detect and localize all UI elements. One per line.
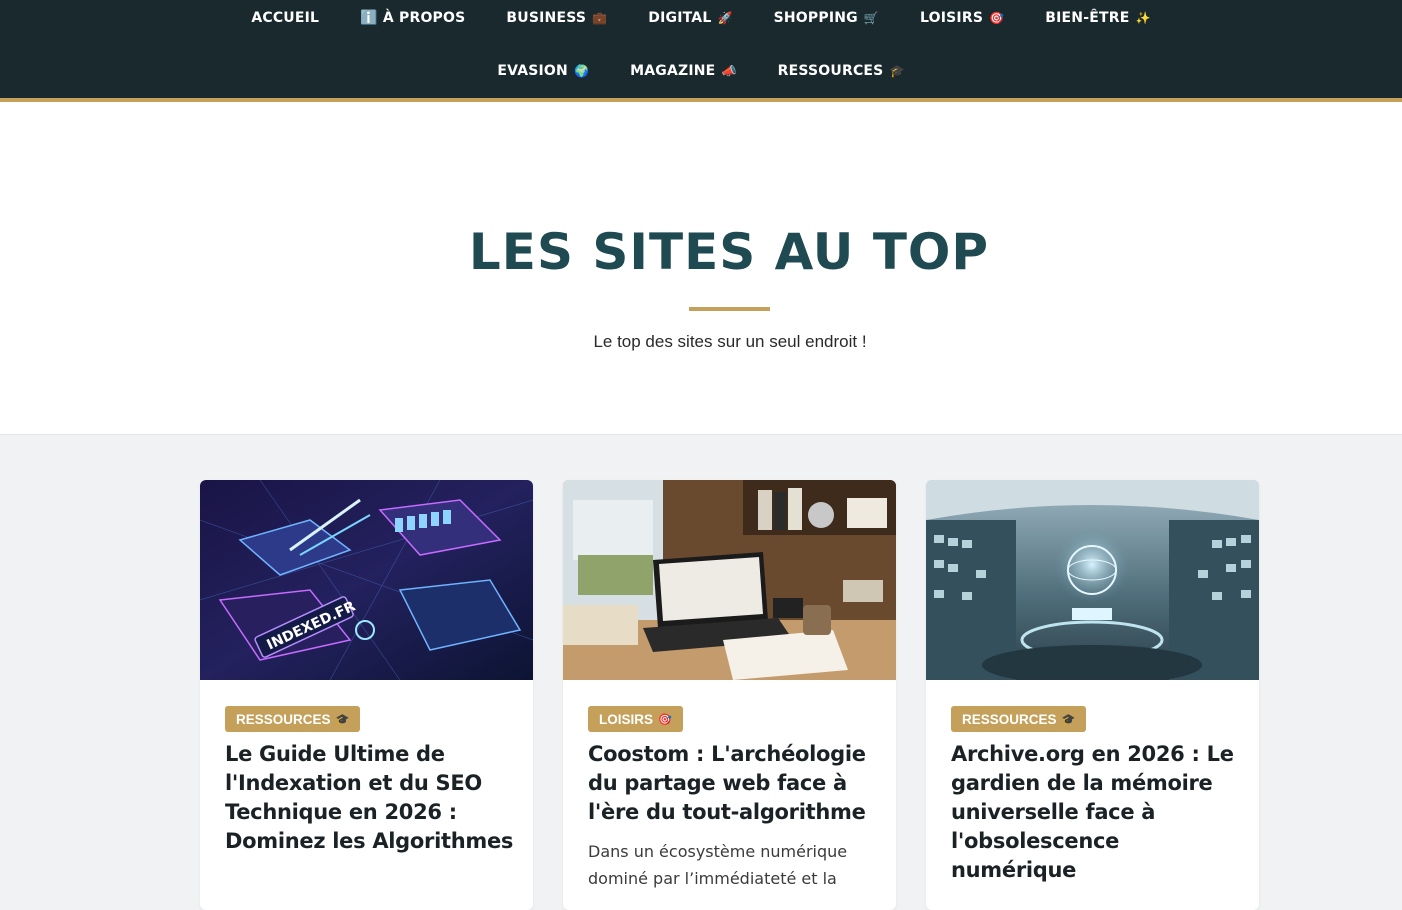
nav-label: BIEN-ÊTRE — [1045, 10, 1130, 26]
nav-item-evasion[interactable]: EVASION 🌍 — [477, 53, 610, 89]
digital-archive-hall-illustration — [926, 480, 1259, 680]
briefcase-icon: 💼 — [592, 11, 608, 25]
nav-row-primary: ACCUEIL ℹ️ À PROPOS BUSINESS 💼 DIGITAL 🚀 S… — [0, 0, 1402, 36]
nav-label: DIGITAL — [648, 10, 712, 26]
nav-item-a-propos[interactable]: ℹ️ À PROPOS — [340, 0, 486, 36]
article-excerpt: Dans un écosystème numérique dominé par … — [588, 842, 848, 888]
page-subtitle: Le top des sites sur un seul endroit ! — [593, 332, 867, 351]
nav-label: LOISIRS — [920, 10, 984, 26]
nav-item-ressources[interactable]: RESSOURCES 🎓 — [757, 53, 925, 89]
nav-label: ℹ️ À PROPOS — [360, 10, 466, 26]
nav-item-bien-etre[interactable]: BIEN-ÊTRE ✨ — [1025, 0, 1171, 36]
sparkles-icon: ✨ — [1135, 11, 1151, 25]
globe-icon: 🌍 — [573, 64, 590, 78]
article-thumbnail[interactable]: INDEXED.FR — [200, 480, 533, 680]
nav-row-secondary: EVASION 🌍 MAGAZINE 📣 RESSOURCES 🎓 — [0, 53, 1402, 89]
shopping-cart-icon: 🛒 — [863, 11, 880, 25]
seo-indexing-illustration: INDEXED.FR — [200, 480, 533, 680]
rocket-icon: 🚀 — [717, 11, 733, 25]
nav-item-loisirs[interactable]: LOISIRS 🎯 — [900, 0, 1025, 36]
nav-item-digital[interactable]: DIGITAL 🚀 — [628, 0, 753, 36]
nav-label: MAGAZINE — [630, 63, 716, 79]
article-title[interactable]: Archive.org en 2026 : Le gardien de la m… — [951, 740, 1251, 885]
category-label: RESSOURCES — [962, 711, 1057, 727]
hero-section: LES SITES AU TOP Le top des sites sur un… — [0, 102, 1402, 435]
nav-item-magazine[interactable]: MAGAZINE 📣 — [610, 53, 758, 89]
megaphone-icon: 📣 — [721, 64, 737, 78]
graduation-cap-icon: 🎓 — [889, 64, 905, 78]
category-badge[interactable]: RESSOURCES 🎓 — [951, 706, 1087, 732]
nav-item-accueil[interactable]: ACCUEIL — [231, 0, 340, 36]
graduation-cap-icon: 🎓 — [335, 713, 350, 726]
article-card[interactable]: LOISIRS 🎯 Coostom : L'archéologie du part… — [563, 480, 896, 910]
article-thumbnail[interactable] — [563, 480, 896, 680]
desk-laptop-photo — [563, 480, 896, 680]
nav-item-business[interactable]: BUSINESS 💼 — [486, 0, 628, 36]
article-title[interactable]: Le Guide Ultime de l'Indexation et du SE… — [225, 740, 525, 856]
target-icon: 🎯 — [989, 11, 1005, 25]
category-badge[interactable]: RESSOURCES 🎓 — [225, 706, 361, 732]
title-divider — [689, 307, 770, 311]
page-title: LES SITES AU TOP — [468, 223, 990, 281]
nav-item-shopping[interactable]: SHOPPING 🛒 — [753, 0, 899, 36]
nav-label: ACCUEIL — [251, 10, 320, 26]
category-badge[interactable]: LOISIRS 🎯 — [588, 706, 683, 732]
nav-label: EVASION — [497, 63, 568, 79]
nav-label: RESSOURCES — [777, 63, 884, 79]
category-label: LOISIRS — [599, 711, 654, 727]
nav-label: BUSINESS — [506, 10, 587, 26]
target-icon: 🎯 — [658, 713, 672, 726]
nav-label: SHOPPING — [773, 10, 858, 26]
article-title[interactable]: Coostom : L'archéologie du partage web f… — [588, 740, 888, 827]
category-label: RESSOURCES — [236, 711, 331, 727]
main-navigation: ACCUEIL ℹ️ À PROPOS BUSINESS 💼 DIGITAL 🚀 S… — [0, 0, 1402, 102]
article-card[interactable]: RESSOURCES 🎓 Archive.org en 2026 : Le gar… — [926, 480, 1259, 910]
article-card[interactable]: INDEXED.FR RESSOURCES 🎓 Le Guide Ultime d… — [200, 480, 533, 910]
article-thumbnail[interactable] — [926, 480, 1259, 680]
graduation-cap-icon: 🎓 — [1061, 713, 1076, 726]
